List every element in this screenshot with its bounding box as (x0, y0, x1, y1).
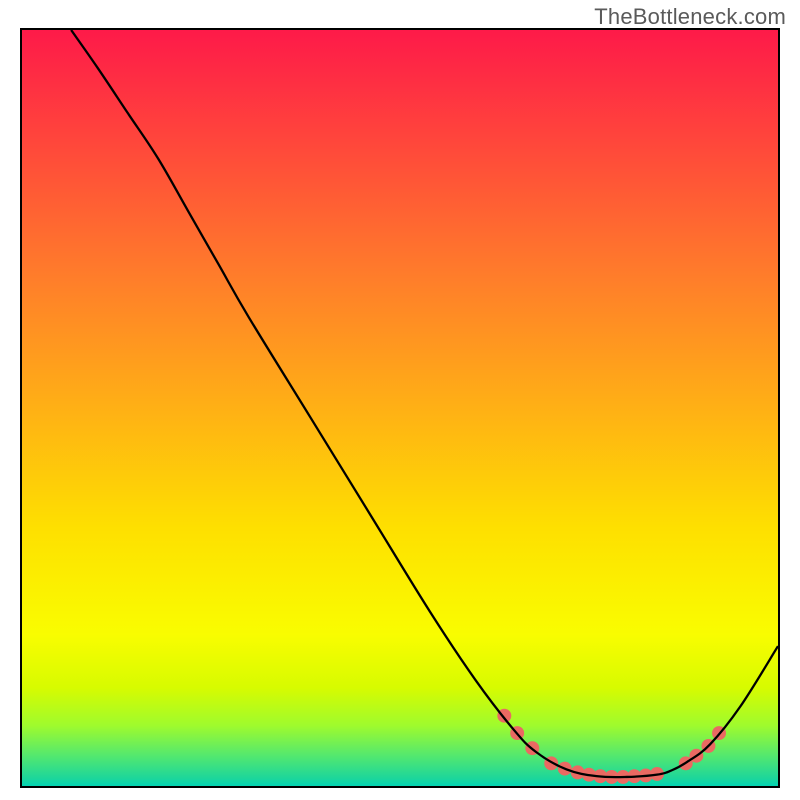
chart-plot-area (22, 30, 778, 786)
bottleneck-curve-line (71, 30, 778, 777)
highlight-dots-group (497, 709, 726, 784)
chart-frame (20, 28, 780, 788)
watermark-text: TheBottleneck.com (594, 4, 786, 30)
